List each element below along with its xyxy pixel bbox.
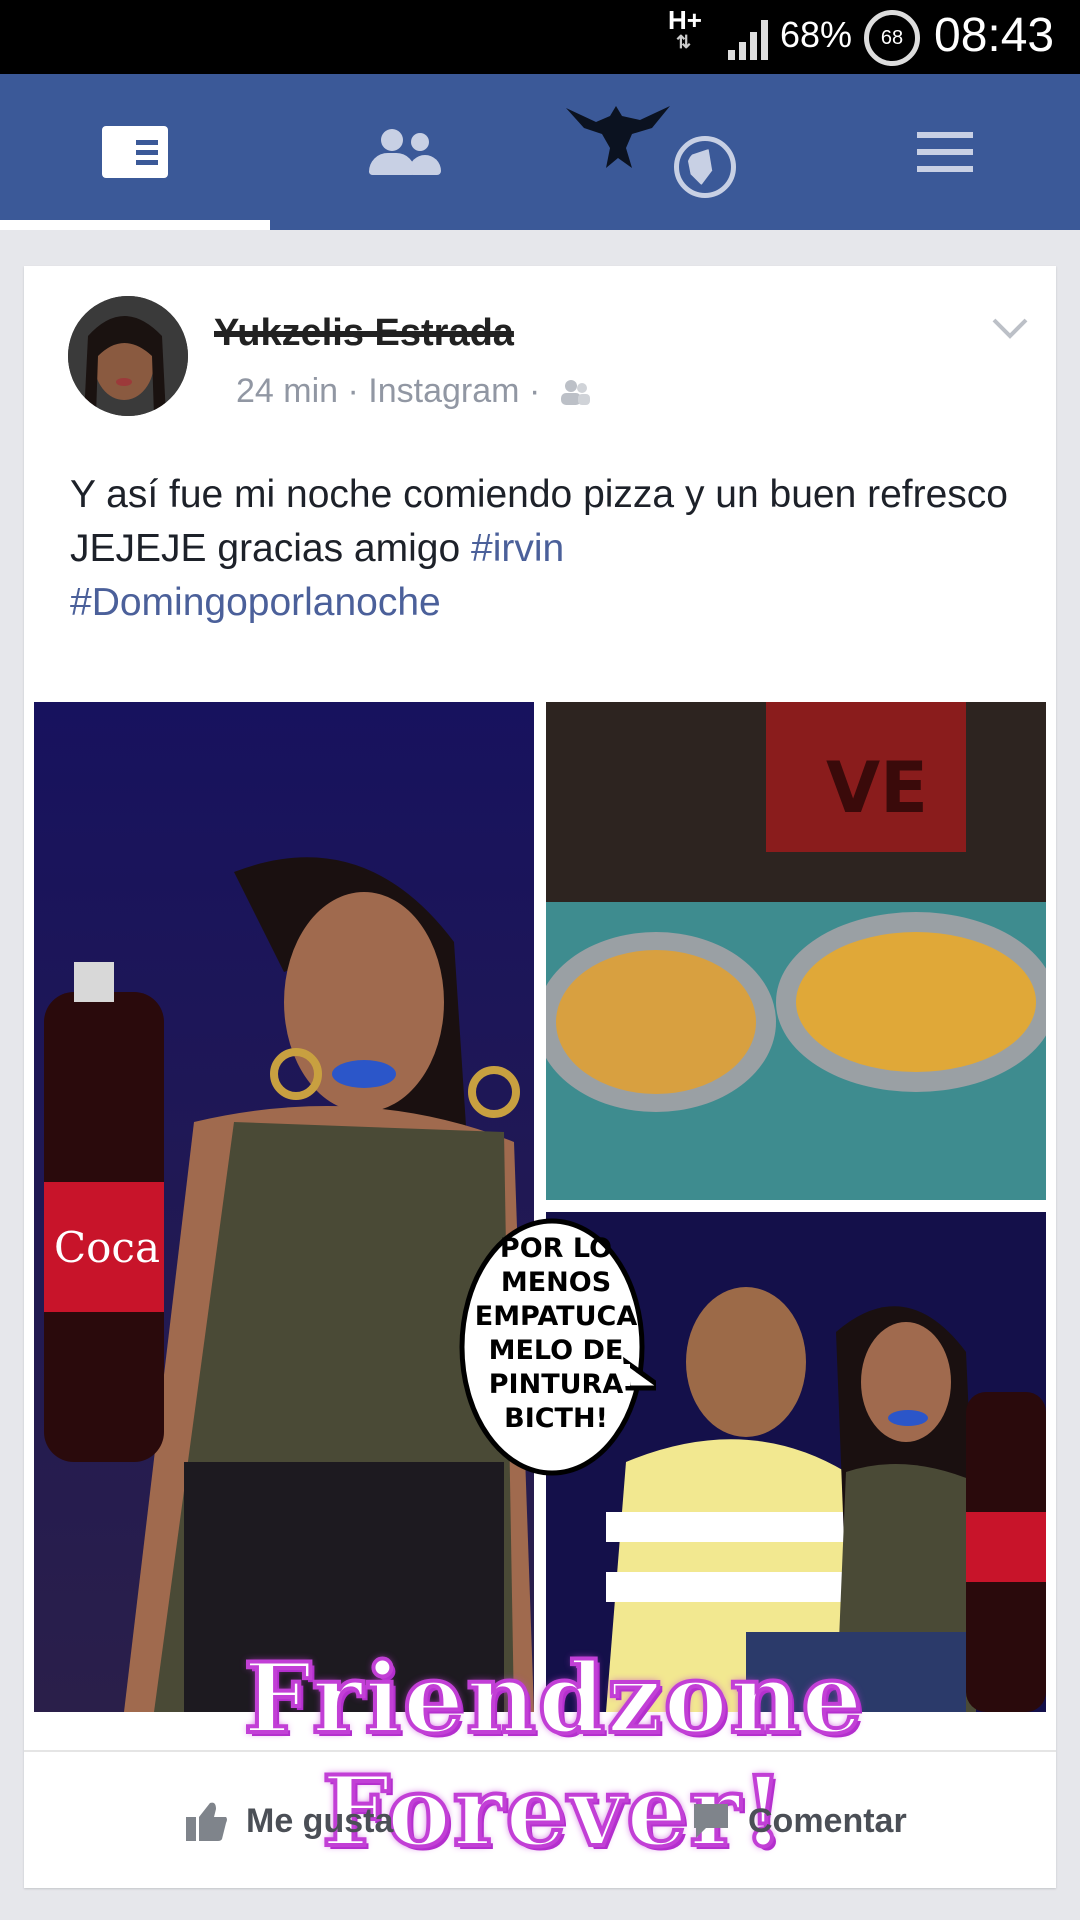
clock: 08:43 [934,9,1055,62]
post-text: Y así fue mi noche comiendo pizza y un b… [70,468,1030,630]
network-indicator: H+ ⇅ [668,5,702,52]
hamburger-menu-icon [917,132,973,172]
like-label: Me gusta [246,1801,394,1840]
speech-bubble-text: POR LO MENOS EMPATUCA MELO DE PINTURA BI… [474,1233,638,1434]
battery-ring-icon: 68 [864,10,920,66]
post-source[interactable]: Instagram [368,372,519,410]
meta-separator-2: · [528,372,541,410]
post-actions-bar: Me gusta Comentar [24,1750,1056,1890]
status-bar: H+ ⇅ 68% 68 08:43 [0,0,1080,74]
tab-friends[interactable] [270,74,540,230]
post-meta: 24 min · Instagram · [236,372,590,411]
post-options-chevron-icon[interactable] [990,316,1030,340]
post-card: Yukzelis Estrada 24 min · Instagram · Y … [24,266,1056,1888]
audience-friends-icon [560,380,590,405]
like-button[interactable]: Me gusta [186,1786,393,1856]
top-navigation [0,74,1080,230]
author-avatar[interactable] [68,296,188,416]
tab-news-feed[interactable] [0,74,270,230]
news-feed-icon [102,126,168,178]
hashtag-irvin[interactable]: #irvin [471,527,564,570]
photo-pizzas[interactable]: VE [546,702,1046,1200]
tab-menu[interactable] [810,74,1080,230]
thumbs-up-icon [186,1802,227,1841]
network-type: H+ [668,5,702,35]
globe-icon [674,136,736,198]
meta-separator: · [347,372,359,410]
data-arrows-icon: ⇅ [676,32,692,52]
comment-label: Comentar [748,1801,907,1840]
signal-icon [728,20,768,60]
svg-text:VE: VE [826,747,928,829]
photo-collage[interactable]: Coca VE POR LO MENOS EMPATUCA MELO DE PI… [34,702,1046,1870]
photo-girl-with-soda[interactable]: Coca [34,702,534,1712]
comment-icon [694,1804,728,1838]
battery-percent: 68% [780,14,853,55]
tab-notifications[interactable] [540,74,810,230]
hashtag-domingoporlanoche[interactable]: #Domingoporlanoche [70,581,441,624]
svg-text:Coca: Coca [54,1223,160,1272]
friends-icon [369,127,441,177]
author-name[interactable]: Yukzelis Estrada [214,312,514,355]
comment-button[interactable]: Comentar [692,1786,907,1856]
active-tab-indicator [0,220,270,230]
post-time[interactable]: 24 min [236,372,338,410]
